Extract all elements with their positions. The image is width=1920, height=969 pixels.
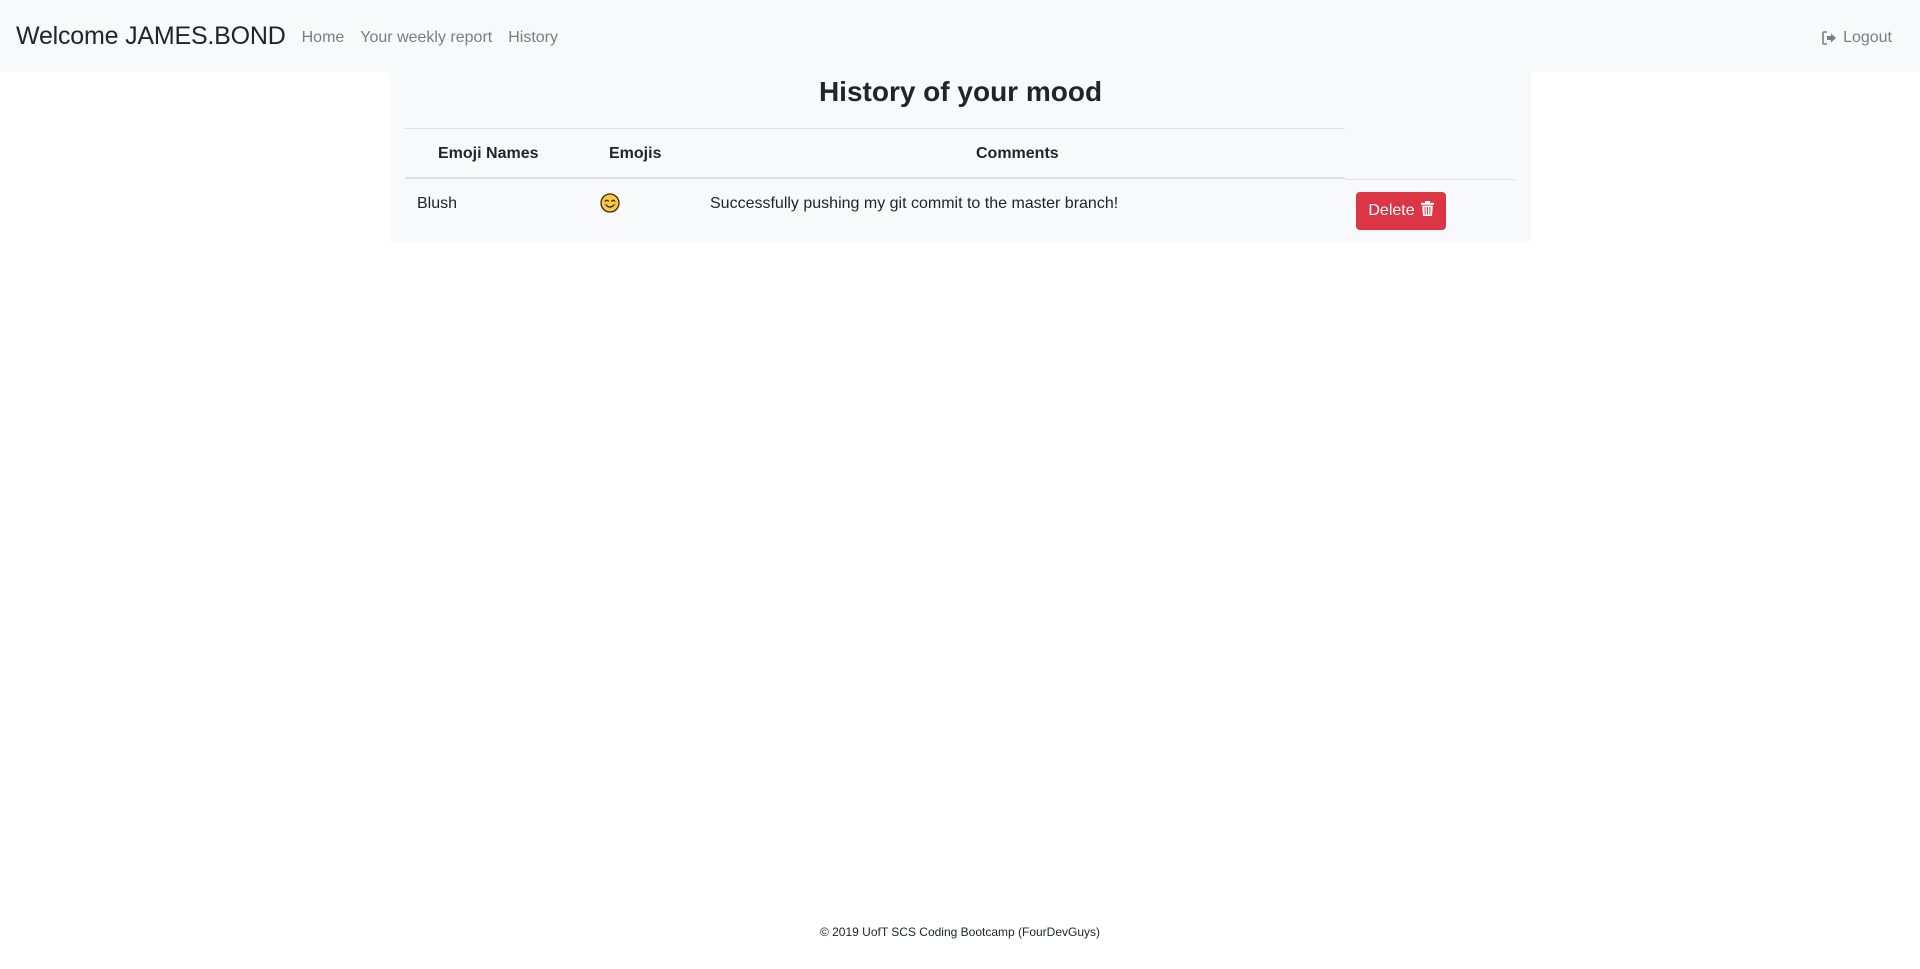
column-header-emoji-names: Emoji Names (438, 145, 539, 162)
footer: © 2019 UofT SCS Coding Bootcamp (FourDev… (0, 925, 1920, 939)
table-header: Emoji Names Emojis Comments (405, 128, 1345, 179)
delete-button[interactable]: Delete (1356, 192, 1446, 230)
nav-links: Home Your weekly report History (294, 25, 566, 47)
emoji-name-cell: Blush (417, 195, 458, 212)
nav-link-history[interactable]: History (500, 29, 566, 47)
column-header-emojis: Emojis (609, 145, 662, 162)
blush-face-icon (600, 193, 620, 218)
sign-out-icon (1822, 31, 1837, 45)
comment-cell: Successfully pushing my git commit to th… (710, 195, 1119, 212)
page-title-text: History of your mood (818, 76, 1103, 107)
delete-label: Delete (1368, 202, 1415, 219)
nav-link-weekly-report[interactable]: Your weekly report (352, 29, 500, 47)
nav-link-home[interactable]: Home (294, 29, 353, 47)
logout-link[interactable]: Logout (1822, 29, 1904, 47)
brand-welcome[interactable]: Welcome JAMES.BOND (16, 22, 286, 51)
footer-copyright: © 2019 UofT SCS Coding Bootcamp (FourDev… (819, 925, 1101, 939)
header-divider-extension (1345, 179, 1515, 180)
top-navbar: Welcome JAMES.BOND Home Your weekly repo… (0, 0, 1920, 72)
logout-label: Logout (1843, 29, 1892, 46)
trash-icon (1420, 201, 1434, 221)
page-title: History of your mood (390, 72, 1531, 110)
column-header-comments: Comments (976, 145, 1059, 162)
history-panel: History of your mood Emoji Names Emojis … (390, 72, 1531, 242)
